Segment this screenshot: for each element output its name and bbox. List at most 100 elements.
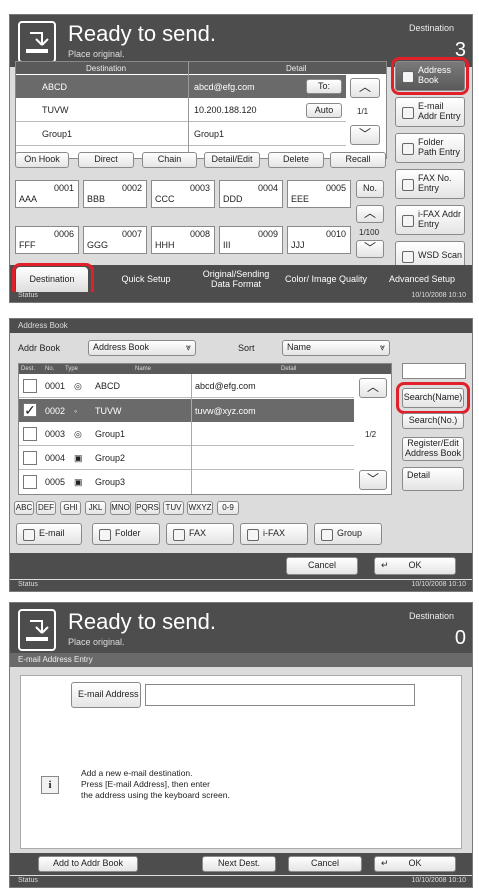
alpha-index-abc[interactable]: ABC [14,501,34,515]
scroll-down-button[interactable]: ﹀ [359,470,387,490]
key-number: 0006 [53,229,74,239]
button-label: Group [337,528,363,539]
alpha-index-ghi[interactable]: GHI [60,501,81,515]
tab-quick-setup[interactable]: Quick Setup [104,267,188,293]
ifax-addr-entry-button[interactable]: i-FAX Addr Entry [395,205,465,235]
alpha-index-jkl[interactable]: JKL [85,501,106,515]
filter-folder-button[interactable]: Folder [92,523,160,545]
folder-path-entry-button[interactable]: Folder Path Entry [395,133,465,163]
filter-ifax-button[interactable]: i-FAX [240,523,308,545]
list-item[interactable]: 0004 ▣ Group2 [19,447,354,470]
button-label: Folder [115,528,141,539]
recall-button[interactable]: Recall [330,152,386,168]
checkbox[interactable] [23,475,37,489]
grid-scroll-up-button[interactable]: ︿ [356,205,384,223]
one-touch-key[interactable]: 0003 CCC [151,180,215,208]
auto-badge[interactable]: Auto [306,103,342,118]
status-bar: Status 10/10/2008 10:10 [10,876,472,887]
one-touch-key[interactable]: 0006 FFF [15,226,79,254]
one-touch-key[interactable]: 0001 AAA [15,180,79,208]
email-address-field[interactable] [145,684,415,706]
sort-select[interactable]: Name ⩔ [282,340,390,356]
chain-button[interactable]: Chain [142,152,197,168]
one-touch-key[interactable]: 0005 EEE [287,180,351,208]
one-touch-key[interactable]: 0010 JJJ [287,226,351,254]
chevron-up-icon: ︿ [358,80,371,95]
tab-label: Color/ Image Quality [284,274,368,285]
one-touch-key[interactable]: 0008 HHH [151,226,215,254]
checkbox[interactable] [23,379,37,393]
checkbox[interactable] [23,427,37,441]
scroll-up-button[interactable]: ︿ [359,378,387,398]
key-name: HHH [155,240,175,250]
email-address-button[interactable]: E-mail Address [71,682,141,708]
scroll-down-button[interactable]: ﹀ [350,125,380,145]
filter-email-button[interactable]: E-mail [16,523,82,545]
address-list: Dest. No. Type Name Detail 0001 ◎ ABCD a… [18,363,392,495]
list-item[interactable]: 0003 ◎ Group1 [19,423,354,446]
alpha-index-mno[interactable]: MNO [110,501,131,515]
list-item[interactable]: 0001 ◎ ABCD abcd@efg.com [19,375,354,398]
direct-button[interactable]: Direct [78,152,134,168]
key-number: 0004 [257,183,278,193]
on-hook-button[interactable]: On Hook [15,152,69,168]
ok-button[interactable]: ↵ OK [374,856,456,872]
alpha-index-0-9[interactable]: 0-9 [217,501,239,515]
next-dest-button[interactable]: Next Dest. [202,856,276,872]
table-row[interactable]: TUVW 10.200.188.120 Auto [16,99,346,122]
add-to-addr-book-button[interactable]: Add to Addr Book [38,856,138,872]
addr-book-select[interactable]: Address Book ⩔ [88,340,196,356]
grid-scroll-down-button[interactable]: ﹀ [356,240,384,258]
tab-advanced-setup[interactable]: Advanced Setup [380,267,464,293]
alpha-index-wxyz[interactable]: WXYZ [187,501,213,515]
send-screen-destination: Ready to send. Place original. Destinati… [9,14,473,303]
alpha-index-def[interactable]: DEF [36,501,56,515]
address-book-screen: Address Book Addr Book Address Book ⩔ So… [9,318,473,592]
col-no: No. [45,366,55,372]
scroll-up-button[interactable]: ︿ [350,78,380,98]
number-button[interactable]: No. [356,180,384,198]
checkbox[interactable] [23,451,37,465]
email-addr-entry-button[interactable]: E-mail Addr Entry [395,97,465,127]
key-number: 0007 [121,229,142,239]
filter-fax-button[interactable]: FAX [166,523,234,545]
alpha-index-pqrs[interactable]: PQRS [135,501,160,515]
cancel-button[interactable]: Cancel [288,856,362,872]
status-button[interactable]: Status [18,292,38,299]
key-name: AAA [19,194,38,204]
table-row[interactable]: ABCD abcd@efg.com To: [16,75,346,98]
delete-button[interactable]: Delete [268,152,324,168]
page-indicator: 1/2 [365,430,377,439]
fax-no-entry-button[interactable]: FAX No. Entry [395,169,465,199]
tab-original-sending-format[interactable]: Original/Sending Data Format [194,267,278,293]
screen-title: Address Book [18,321,68,330]
detail-button[interactable]: Detail [402,467,464,491]
to-badge[interactable]: To: [306,79,342,94]
one-touch-key[interactable]: 0004 DDD [219,180,283,208]
addr-book-label: Addr Book [18,343,61,353]
alpha-index-tuv[interactable]: TUV [163,501,184,515]
ok-button[interactable]: ↵ OK [374,557,456,575]
send-icon [18,609,56,651]
status-button[interactable]: Status [18,877,38,884]
key-number: 0010 [325,229,346,239]
table-row[interactable]: Group1 Group1 [16,123,346,146]
search-no-button[interactable]: Search(No.) [402,413,464,429]
list-item[interactable]: ✓ 0002 ◦ TUVW tuvw@xyz.com [19,399,354,422]
folder-icon: ◦ [74,405,78,416]
one-touch-key[interactable]: 0009 III [219,226,283,254]
tab-color-image-quality[interactable]: Color/ Image Quality [284,267,368,293]
detail-edit-button[interactable]: Detail/Edit [204,152,260,168]
info-icon: i [41,776,59,794]
page-indicator: 1/1 [357,107,369,116]
filter-group-button[interactable]: Group [314,523,382,545]
status-button[interactable]: Status [18,581,38,588]
one-touch-key[interactable]: 0002 BBB [83,180,147,208]
one-touch-key[interactable]: 0007 GGG [83,226,147,254]
list-item[interactable]: 0005 ▣ Group3 [19,471,354,493]
register-edit-address-book-button[interactable]: Register/Edit Address Book [402,437,464,461]
checkbox-checked[interactable]: ✓ [23,403,37,417]
destination-count: 0 [454,627,466,649]
section-title-bar: E-mail Address Entry [10,653,472,667]
cancel-button[interactable]: Cancel [286,557,358,575]
